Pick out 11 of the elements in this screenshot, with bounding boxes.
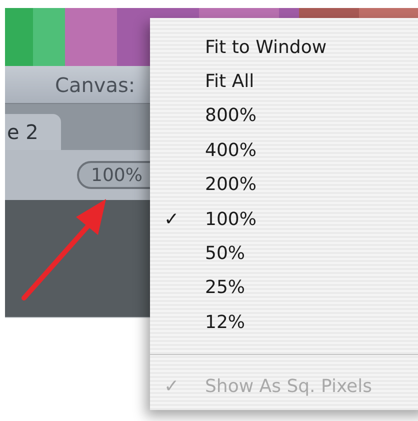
menu-item[interactable]: ✓ 100%	[150, 202, 418, 236]
menu-item[interactable]: Fit All	[150, 64, 418, 99]
checkmark-icon: ✓	[150, 376, 205, 398]
checkmark-icon: ✓	[150, 208, 205, 230]
menu-item[interactable]: 50%	[150, 236, 418, 271]
menu-item[interactable]: 12%	[150, 305, 418, 340]
menu-item[interactable]: 800%	[150, 98, 418, 134]
menu-item[interactable]: 25%	[150, 270, 418, 306]
menu-item[interactable]: Fit to Window	[150, 30, 418, 64]
tab[interactable]: e 2	[5, 114, 61, 150]
window-title: Canvas:	[55, 72, 136, 96]
